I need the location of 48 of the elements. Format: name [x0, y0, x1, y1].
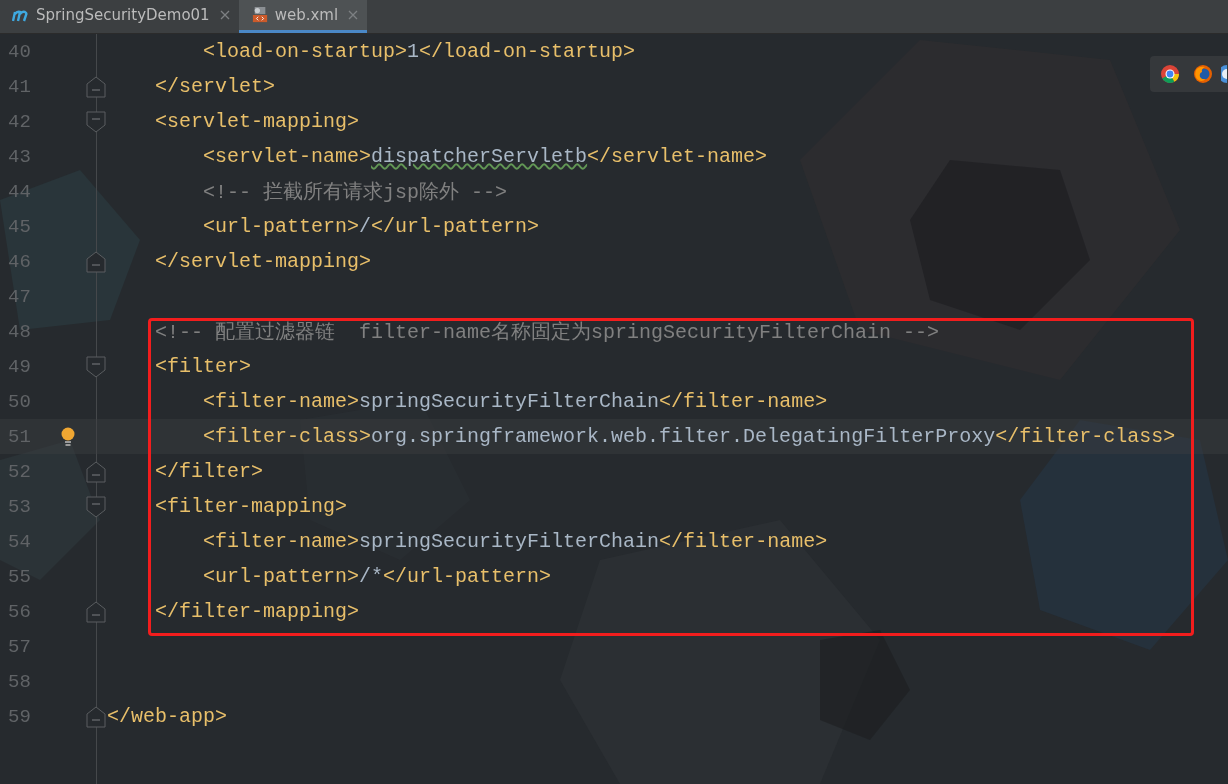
line-number: 42 [7, 110, 32, 133]
line-number: 41 [7, 75, 32, 98]
editor-tab[interactable]: SpringSecurityDemo01 [0, 0, 239, 33]
line-number: 58 [7, 670, 32, 693]
line-number: 44 [7, 180, 32, 203]
code-text: org.springframework.web.filter.DelegatingFilterProxy [371, 425, 996, 448]
xml-tag: </load-on-startup> [419, 40, 636, 63]
line-number: 57 [7, 635, 32, 658]
xml-tag: </url-pattern> [383, 565, 552, 588]
code-text: springSecurityFilterChain [359, 390, 660, 413]
xml-tag: </servlet> [155, 75, 276, 98]
xml-tag: </filter> [155, 460, 264, 483]
code-comment: <!-- 配置过滤器链 filter-name名称固定为springSecurityFilterChain --> [155, 321, 940, 344]
code-text: / [359, 215, 372, 238]
line-number: 55 [7, 565, 32, 588]
code-text: springSecurityFilterChain [359, 530, 660, 553]
xml-tag: </servlet-mapping> [155, 250, 372, 273]
xml-tag: <servlet-mapping> [155, 110, 360, 133]
line-number: 59 [7, 705, 32, 728]
xml-tag: <filter-name> [203, 530, 360, 553]
xml-tag: <url-pattern> [203, 565, 360, 588]
xml-tag: </url-pattern> [371, 215, 540, 238]
xml-tag: <load-on-startup> [203, 40, 408, 63]
xml-tag: </filter-name> [659, 530, 828, 553]
xml-tag: </filter-mapping> [155, 600, 360, 623]
line-number: 49 [7, 355, 32, 378]
xml-tag: <filter> [155, 355, 252, 378]
xml-tag: <filter-class> [203, 425, 372, 448]
xml-tag: </web-app> [107, 705, 228, 728]
code-text: 1 [407, 40, 420, 63]
xml-tag: <url-pattern> [203, 215, 360, 238]
code-comment: <!-- 拦截所有请求jsp除外 --> [203, 181, 508, 204]
xml-tag: <filter-mapping> [155, 495, 348, 518]
code-text: dispatcherServletb [371, 145, 588, 168]
xml-tag: </filter-name> [659, 390, 828, 413]
line-number: 40 [7, 40, 32, 63]
code-text: /* [359, 565, 384, 588]
xml-tag: <filter-name> [203, 390, 360, 413]
xml-tag: </servlet-name> [587, 145, 768, 168]
editor-tab[interactable]: web.xml [238, 0, 368, 33]
line-number: 46 [7, 250, 32, 273]
xml-tag: <servlet-name> [203, 145, 372, 168]
line-number: 56 [7, 600, 32, 623]
xml-tag: </filter-class> [995, 425, 1176, 448]
line-number: 43 [7, 145, 32, 168]
line-number: 50 [7, 390, 32, 413]
line-number: 47 [7, 285, 32, 308]
line-number: 48 [7, 320, 32, 343]
